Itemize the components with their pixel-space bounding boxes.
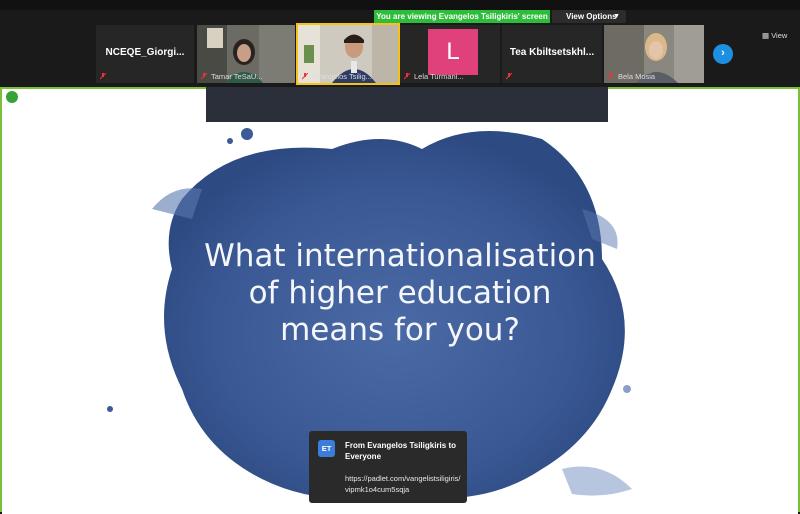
- chevron-right-icon: ›: [721, 47, 725, 59]
- participant-name: Evangelos Tsilig...: [312, 72, 372, 81]
- view-options-button[interactable]: View Options ▼: [552, 10, 626, 23]
- participant-tile[interactable]: Tamar TeSaU...: [197, 25, 295, 83]
- top-strip: [0, 0, 800, 10]
- participant-tile-active-speaker[interactable]: Evangelos Tsilig...: [296, 23, 400, 85]
- muted-mic-icon: [100, 73, 106, 80]
- muted-mic-icon: [506, 73, 512, 80]
- chat-sender: From Evangelos Tsiligkiris to Everyone: [345, 441, 456, 461]
- participant-name: Tamar TeSaU...: [211, 72, 263, 81]
- participant-name: Tea Kbiltsetskhl...: [509, 47, 595, 58]
- participant-name: Lela Turmani...: [414, 72, 464, 81]
- chat-notification[interactable]: ET From Evangelos Tsiligkiris to Everyon…: [309, 431, 467, 503]
- view-button[interactable]: ▦ View: [762, 31, 787, 40]
- participant-name: Bela Mosia: [618, 72, 656, 81]
- gallery-next-button[interactable]: ›: [713, 44, 733, 64]
- participant-tile[interactable]: Bela Mosia: [604, 25, 704, 83]
- chevron-down-icon: ▼: [613, 13, 620, 20]
- grid-icon: ▦: [762, 31, 770, 40]
- participant-avatar: L: [428, 29, 478, 75]
- chat-sender-avatar: ET: [318, 440, 335, 457]
- view-label: View: [771, 31, 788, 40]
- viewing-screen-banner: You are viewing Evangelos Tsiligkiris' s…: [374, 10, 550, 23]
- participant-tile[interactable]: Tea Kbiltsetskhl...: [502, 25, 602, 83]
- chat-message-link[interactable]: https://padlet.com/vangelistsiligiris/vi…: [345, 473, 463, 495]
- slide-title: What internationalisation of higher educ…: [204, 238, 596, 348]
- gallery-strip: NCEQE_Giorgi... Tamar TeSaU... Evangelos…: [0, 23, 800, 87]
- security-shield-icon: [6, 91, 18, 103]
- participant-tile[interactable]: L Lela Turmani...: [400, 25, 500, 83]
- view-options-label: View Options: [566, 12, 617, 21]
- presenter-toolbar-area: [206, 87, 608, 122]
- participant-name: NCEQE_Giorgi...: [105, 47, 185, 58]
- participant-tile[interactable]: NCEQE_Giorgi...: [96, 25, 194, 83]
